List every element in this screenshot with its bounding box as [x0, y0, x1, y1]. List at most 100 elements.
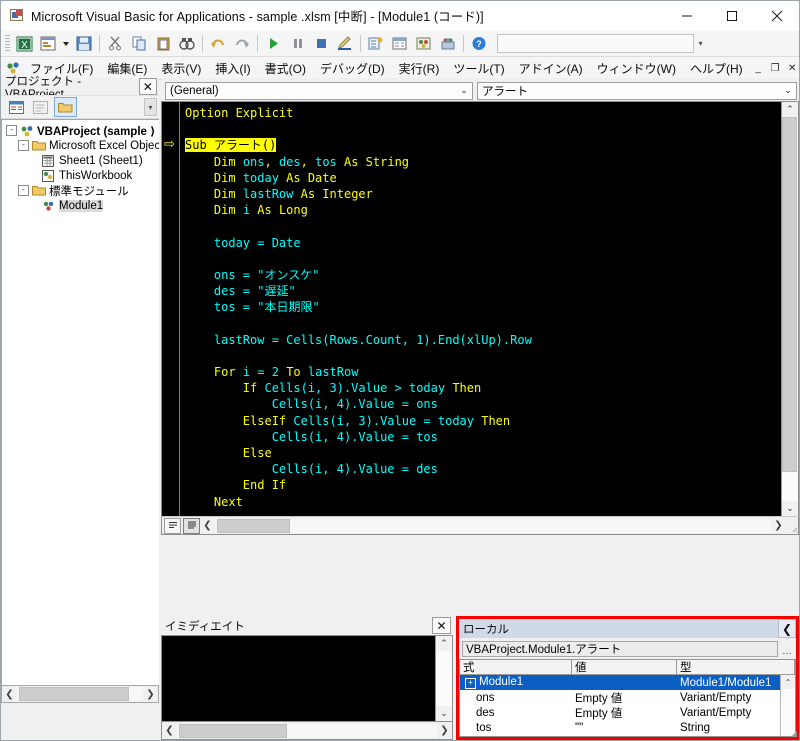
- resize-corner[interactable]: ◢: [791, 729, 797, 738]
- code-line[interactable]: des = "遅延": [185, 283, 781, 299]
- question-circle-icon[interactable]: ?: [468, 33, 490, 54]
- code-line[interactable]: Option Explicit: [185, 105, 781, 121]
- code-line[interactable]: For i = 2 To lastRow: [185, 364, 781, 380]
- scroll-up-arrow-icon[interactable]: ⌃: [782, 102, 798, 117]
- code-line[interactable]: Cells(i, 4).Value = tos: [185, 429, 781, 445]
- mdi-close-button[interactable]: ✕: [784, 60, 800, 76]
- chevron-down-icon[interactable]: [61, 33, 71, 54]
- reset-button[interactable]: [310, 33, 332, 54]
- code-line[interactable]: [185, 315, 781, 331]
- chevron-down-icon[interactable]: ⌄: [456, 83, 472, 99]
- immediate-vscrollbar[interactable]: ⌃ ⌄: [435, 636, 452, 721]
- code-line[interactable]: Dim i As Long: [185, 202, 781, 218]
- scroll-up-arrow-icon[interactable]: ⌃: [781, 675, 795, 689]
- mdi-restore-button[interactable]: ❐: [767, 60, 784, 76]
- scroll-track[interactable]: [436, 651, 452, 706]
- tree-node-standard-modules[interactable]: - 標準モジュール: [2, 183, 159, 198]
- toggle-folders-button[interactable]: [54, 97, 77, 117]
- scroll-down-arrow-icon[interactable]: ⌄: [782, 501, 798, 516]
- scroll-thumb[interactable]: [179, 723, 287, 738]
- code-line[interactable]: Cells(i, 4).Value = ons: [185, 396, 781, 412]
- tree-toggle[interactable]: -: [6, 125, 17, 136]
- scroll-track[interactable]: [177, 723, 437, 738]
- object-combo[interactable]: (General) ⌄: [165, 81, 473, 100]
- scroll-thumb[interactable]: [19, 687, 129, 701]
- column-header-value[interactable]: 値: [572, 660, 677, 674]
- code-line[interactable]: [185, 121, 781, 137]
- view-code-button[interactable]: [6, 98, 27, 116]
- scroll-track[interactable]: [782, 117, 798, 501]
- project-explorer-close-button[interactable]: ✕: [138, 78, 157, 95]
- chevron-down-icon[interactable]: ⌄: [780, 83, 796, 99]
- locals-grid[interactable]: 式 値 型 + Module1 Module1/Module1 ons Empty 値 V…: [459, 659, 796, 737]
- code-line[interactable]: ElseIf Cells(i, 3).Value = today Then: [185, 413, 781, 429]
- mdi-minimize-button[interactable]: _: [750, 60, 767, 76]
- scroll-right-arrow-icon[interactable]: ❯: [437, 724, 452, 738]
- code-line[interactable]: tos = "本日期限": [185, 299, 781, 315]
- locals-row[interactable]: tos "" String: [460, 720, 780, 735]
- scroll-right-arrow-icon[interactable]: ❯: [143, 687, 158, 701]
- copy-button[interactable]: [128, 33, 150, 54]
- scroll-track[interactable]: [17, 687, 143, 701]
- maximize-button[interactable]: [709, 1, 754, 30]
- object-browser-icon[interactable]: [413, 33, 435, 54]
- minimize-button[interactable]: [664, 1, 709, 30]
- menu-item-addins[interactable]: アドイン(A): [512, 58, 590, 79]
- locals-vscrollbar[interactable]: ⌃ ⌄: [780, 675, 795, 736]
- paste-button[interactable]: [152, 33, 174, 54]
- cut-button[interactable]: [104, 33, 126, 54]
- resize-grip[interactable]: [786, 519, 798, 533]
- menu-item-tools[interactable]: ツール(T): [446, 58, 511, 79]
- locals-row[interactable]: ons Empty 値 Variant/Empty: [460, 690, 780, 705]
- immediate-window-body[interactable]: ⌃ ⌄: [161, 635, 453, 722]
- menu-item-view[interactable]: 表示(V): [154, 58, 208, 79]
- column-header-type[interactable]: 型: [677, 660, 795, 674]
- tree-node-module1[interactable]: Module1: [2, 198, 159, 213]
- scroll-right-arrow-icon[interactable]: ❯: [771, 519, 786, 533]
- scroll-left-arrow-icon[interactable]: ❮: [2, 687, 17, 701]
- toolbar-grip[interactable]: [5, 35, 10, 52]
- code-line[interactable]: today = Date: [185, 235, 781, 251]
- tree-node-thisworkbook[interactable]: ThisWorkbook: [2, 168, 159, 183]
- project-tree[interactable]: - VBAProject (sample ⟩ - Microsoft Excel…: [1, 119, 159, 686]
- menu-item-run[interactable]: 実行(R): [392, 58, 447, 79]
- locals-row[interactable]: des Empty 値 Variant/Empty: [460, 705, 780, 720]
- call-stack-button[interactable]: …: [780, 641, 794, 657]
- code-margin-indicator-bar[interactable]: ⇨: [162, 102, 180, 516]
- project-tree-icon[interactable]: [365, 33, 387, 54]
- properties-icon[interactable]: [389, 33, 411, 54]
- column-header-expression[interactable]: 式: [460, 660, 572, 674]
- immediate-input[interactable]: [162, 636, 435, 721]
- scroll-left-arrow-icon[interactable]: ❮: [200, 519, 215, 533]
- redo-arrow-icon[interactable]: [231, 33, 253, 54]
- code-line[interactable]: Sub アラート(): [185, 137, 781, 153]
- toolbox-icon[interactable]: [437, 33, 459, 54]
- code-line[interactable]: [185, 218, 781, 234]
- menu-item-insert[interactable]: 挿入(I): [208, 58, 257, 79]
- expand-toggle-icon[interactable]: +: [465, 678, 476, 689]
- immediate-window-close-button[interactable]: ✕: [432, 617, 451, 634]
- scroll-left-arrow-icon[interactable]: ❮: [162, 724, 177, 738]
- full-module-view-button[interactable]: [183, 517, 200, 534]
- userform-icon[interactable]: [37, 33, 59, 54]
- scroll-track[interactable]: [215, 518, 771, 533]
- procedure-combo[interactable]: アラート ⌄: [477, 81, 797, 100]
- project-explorer-hscrollbar[interactable]: ❮ ❯: [1, 686, 159, 703]
- find-button[interactable]: [176, 33, 198, 54]
- tree-toggle[interactable]: -: [18, 140, 29, 151]
- code-line[interactable]: Dim today As Date: [185, 170, 781, 186]
- tree-node-sheet1[interactable]: Sheet1 (Sheet1): [2, 153, 159, 168]
- scroll-thumb[interactable]: [782, 117, 797, 472]
- code-text[interactable]: Option Explicit Sub アラート() Dim ons, des,…: [180, 102, 781, 516]
- project-explorer-overflow-button[interactable]: ▾: [144, 98, 157, 116]
- view-excel-button[interactable]: X: [13, 33, 35, 54]
- undo-arrow-icon[interactable]: [207, 33, 229, 54]
- tree-toggle[interactable]: -: [18, 185, 29, 196]
- code-vscrollbar[interactable]: ⌃ ⌄: [781, 102, 798, 516]
- locals-row[interactable]: + Module1 Module1/Module1: [460, 675, 780, 690]
- code-line[interactable]: [185, 251, 781, 267]
- code-line[interactable]: If Cells(i, 3).Value > today Then: [185, 380, 781, 396]
- menu-item-format[interactable]: 書式(O): [258, 58, 313, 79]
- code-line[interactable]: Cells(i, 4).Value = des: [185, 461, 781, 477]
- procedure-view-button[interactable]: [164, 517, 181, 534]
